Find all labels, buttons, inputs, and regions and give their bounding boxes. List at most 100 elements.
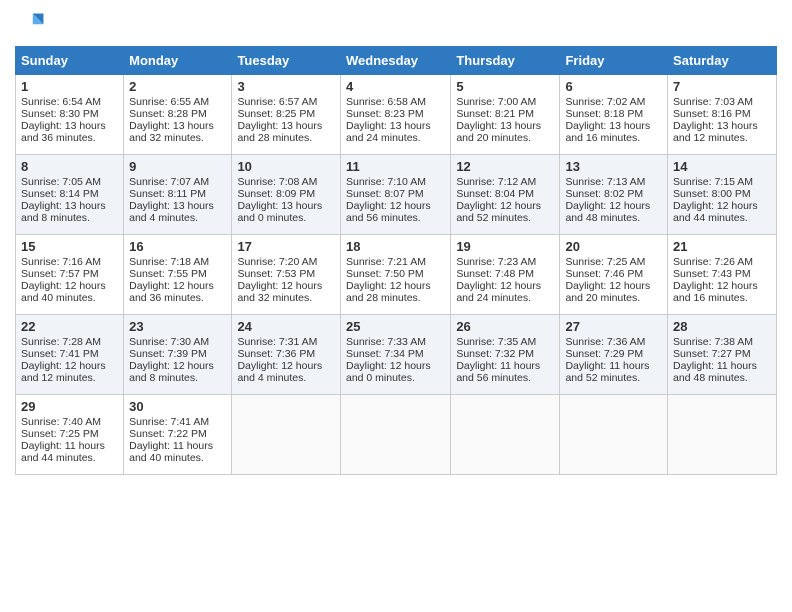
- day-info-line: Daylight: 13 hours and 4 minutes.: [129, 200, 226, 224]
- weekday-header-friday: Friday: [560, 47, 668, 75]
- day-info-line: Sunrise: 7:23 AM: [456, 256, 554, 268]
- day-number: 11: [346, 159, 445, 174]
- day-info-line: Daylight: 12 hours and 44 minutes.: [673, 200, 771, 224]
- calendar-week-row: 8 Sunrise: 7:05 AMSunset: 8:14 PM Daylight…: [16, 155, 777, 235]
- day-info-line: Daylight: 13 hours and 24 minutes.: [346, 120, 445, 144]
- day-info-line: Sunset: 7:29 PM: [565, 348, 662, 360]
- day-info-line: Sunset: 7:43 PM: [673, 268, 771, 280]
- calendar-cell: 18Sunrise: 7:21 AMSunset: 7:50 PMDayligh…: [340, 235, 450, 315]
- calendar-cell: 19Sunrise: 7:23 AMSunset: 7:48 PMDayligh…: [451, 235, 560, 315]
- day-info-line: Daylight: 12 hours and 48 minutes.: [565, 200, 662, 224]
- calendar-cell: 17Sunrise: 7:20 AMSunset: 7:53 PMDayligh…: [232, 235, 341, 315]
- day-info-line: Sunset: 7:50 PM: [346, 268, 445, 280]
- day-info-line: Sunset: 8:25 PM: [237, 108, 335, 120]
- day-number: 6: [565, 79, 662, 94]
- calendar-week-row: 1Sunrise: 6:54 AMSunset: 8:30 PMDaylight…: [16, 75, 777, 155]
- calendar-cell: 21Sunrise: 7:26 AMSunset: 7:43 PMDayligh…: [668, 235, 777, 315]
- calendar-header-row: SundayMondayTuesdayWednesdayThursdayFrid…: [16, 47, 777, 75]
- day-info-line: Sunrise: 6:58 AM: [346, 96, 445, 108]
- day-info-line: Sunset: 8:14 PM: [21, 188, 118, 200]
- day-info-line: Sunset: 8:30 PM: [21, 108, 118, 120]
- day-number: 16: [129, 239, 226, 254]
- day-info-line: Sunrise: 7:05 AM: [21, 176, 118, 188]
- calendar-cell: 5Sunrise: 7:00 AMSunset: 8:21 PMDaylight…: [451, 75, 560, 155]
- day-info-line: Sunset: 7:41 PM: [21, 348, 118, 360]
- calendar-cell: 8Sunrise: 7:05 AMSunset: 8:14 PMDaylight…: [16, 155, 124, 235]
- day-info-line: Sunrise: 7:31 AM: [237, 336, 335, 348]
- day-number: 21: [673, 239, 771, 254]
- calendar-cell: 24Sunrise: 7:31 AMSunset: 7:36 PMDayligh…: [232, 315, 341, 395]
- weekday-header-tuesday: Tuesday: [232, 47, 341, 75]
- day-info-line: Sunrise: 7:28 AM: [21, 336, 118, 348]
- calendar-cell: 9Sunrise: 7:07 AMSunset: 8:11 PMDaylight…: [124, 155, 232, 235]
- weekday-header-monday: Monday: [124, 47, 232, 75]
- day-info-line: Sunrise: 7:00 AM: [456, 96, 554, 108]
- day-info-line: Sunrise: 7:15 AM: [673, 176, 771, 188]
- day-info-line: Daylight: 11 hours and 44 minutes.: [21, 440, 118, 464]
- day-info-line: Sunrise: 6:54 AM: [21, 96, 118, 108]
- calendar-week-row: 15Sunrise: 7:16 AMSunset: 7:57 PMDayligh…: [16, 235, 777, 315]
- day-info-line: Sunset: 8:04 PM: [456, 188, 554, 200]
- day-number: 3: [237, 79, 335, 94]
- day-info-line: Daylight: 13 hours and 28 minutes.: [237, 120, 335, 144]
- calendar-cell: 15Sunrise: 7:16 AMSunset: 7:57 PMDayligh…: [16, 235, 124, 315]
- weekday-header-sunday: Sunday: [16, 47, 124, 75]
- day-info-line: Sunset: 8:21 PM: [456, 108, 554, 120]
- day-info-line: Sunrise: 7:38 AM: [673, 336, 771, 348]
- day-info-line: Daylight: 11 hours and 40 minutes.: [129, 440, 226, 464]
- day-info-line: Daylight: 12 hours and 32 minutes.: [237, 280, 335, 304]
- day-number: 23: [129, 319, 226, 334]
- calendar-cell: 6Sunrise: 7:02 AMSunset: 8:18 PMDaylight…: [560, 75, 668, 155]
- calendar-cell: 27Sunrise: 7:36 AMSunset: 7:29 PMDayligh…: [560, 315, 668, 395]
- day-number: 14: [673, 159, 771, 174]
- day-number: 28: [673, 319, 771, 334]
- calendar-cell: 20Sunrise: 7:25 AMSunset: 7:46 PMDayligh…: [560, 235, 668, 315]
- weekday-header-thursday: Thursday: [451, 47, 560, 75]
- calendar-cell: [560, 395, 668, 475]
- calendar-cell: [340, 395, 450, 475]
- day-info-line: Sunrise: 7:03 AM: [673, 96, 771, 108]
- day-info-line: Daylight: 13 hours and 36 minutes.: [21, 120, 118, 144]
- calendar-cell: 3Sunrise: 6:57 AMSunset: 8:25 PMDaylight…: [232, 75, 341, 155]
- calendar-week-row: 29Sunrise: 7:40 AMSunset: 7:25 PMDayligh…: [16, 395, 777, 475]
- day-number: 13: [565, 159, 662, 174]
- day-info-line: Sunrise: 7:20 AM: [237, 256, 335, 268]
- day-info-line: Daylight: 11 hours and 56 minutes.: [456, 360, 554, 384]
- day-info-line: Daylight: 12 hours and 8 minutes.: [129, 360, 226, 384]
- day-number: 5: [456, 79, 554, 94]
- weekday-header-wednesday: Wednesday: [340, 47, 450, 75]
- calendar-cell: 12Sunrise: 7:12 AMSunset: 8:04 PMDayligh…: [451, 155, 560, 235]
- calendar-cell: 7Sunrise: 7:03 AMSunset: 8:16 PMDaylight…: [668, 75, 777, 155]
- day-info-line: Sunrise: 7:25 AM: [565, 256, 662, 268]
- day-info-line: Sunset: 7:22 PM: [129, 428, 226, 440]
- day-info-line: Sunrise: 7:10 AM: [346, 176, 445, 188]
- calendar-cell: [451, 395, 560, 475]
- day-info-line: Daylight: 13 hours and 32 minutes.: [129, 120, 226, 144]
- day-number: 19: [456, 239, 554, 254]
- day-info-line: Sunset: 8:28 PM: [129, 108, 226, 120]
- calendar-cell: 4 Sunrise: 6:58 AMSunset: 8:23 PMDaylight…: [340, 75, 450, 155]
- day-number: 18: [346, 239, 445, 254]
- day-number: 4: [346, 79, 445, 94]
- day-info-line: Sunset: 7:55 PM: [129, 268, 226, 280]
- calendar-cell: 28Sunrise: 7:38 AMSunset: 7:27 PMDayligh…: [668, 315, 777, 395]
- day-info-line: Sunset: 7:25 PM: [21, 428, 118, 440]
- calendar-cell: 13Sunrise: 7:13 AMSunset: 8:02 PMDayligh…: [560, 155, 668, 235]
- day-info-line: Daylight: 12 hours and 28 minutes.: [346, 280, 445, 304]
- calendar-cell: 26Sunrise: 7:35 AMSunset: 7:32 PMDayligh…: [451, 315, 560, 395]
- day-info-line: Sunset: 8:09 PM: [237, 188, 335, 200]
- calendar-cell: 23Sunrise: 7:30 AMSunset: 7:39 PMDayligh…: [124, 315, 232, 395]
- day-info-line: Sunset: 8:23 PM: [346, 108, 445, 120]
- day-info-line: Sunrise: 7:33 AM: [346, 336, 445, 348]
- day-info-line: Sunset: 8:07 PM: [346, 188, 445, 200]
- day-info-line: Sunrise: 7:07 AM: [129, 176, 226, 188]
- day-info-line: Sunrise: 7:36 AM: [565, 336, 662, 348]
- day-info-line: Sunrise: 7:16 AM: [21, 256, 118, 268]
- day-number: 8: [21, 159, 118, 174]
- day-number: 15: [21, 239, 118, 254]
- day-number: 7: [673, 79, 771, 94]
- calendar-cell: 16Sunrise: 7:18 AMSunset: 7:55 PMDayligh…: [124, 235, 232, 315]
- calendar-cell: [232, 395, 341, 475]
- day-info-line: Sunset: 8:02 PM: [565, 188, 662, 200]
- day-number: 10: [237, 159, 335, 174]
